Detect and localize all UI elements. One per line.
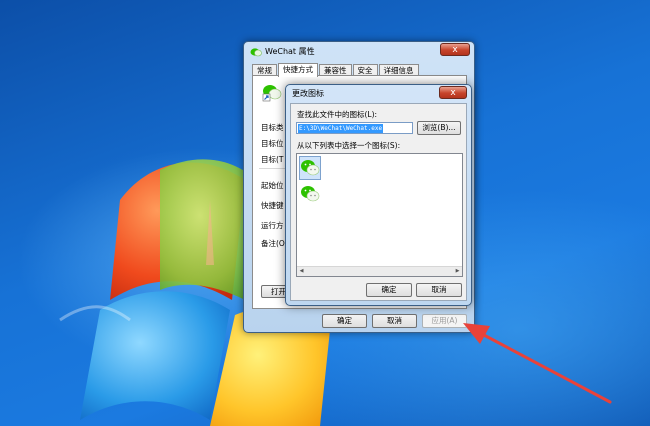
tab-shortcut[interactable]: 快捷方式 bbox=[278, 63, 318, 77]
red-arrow-annotation bbox=[463, 323, 612, 404]
